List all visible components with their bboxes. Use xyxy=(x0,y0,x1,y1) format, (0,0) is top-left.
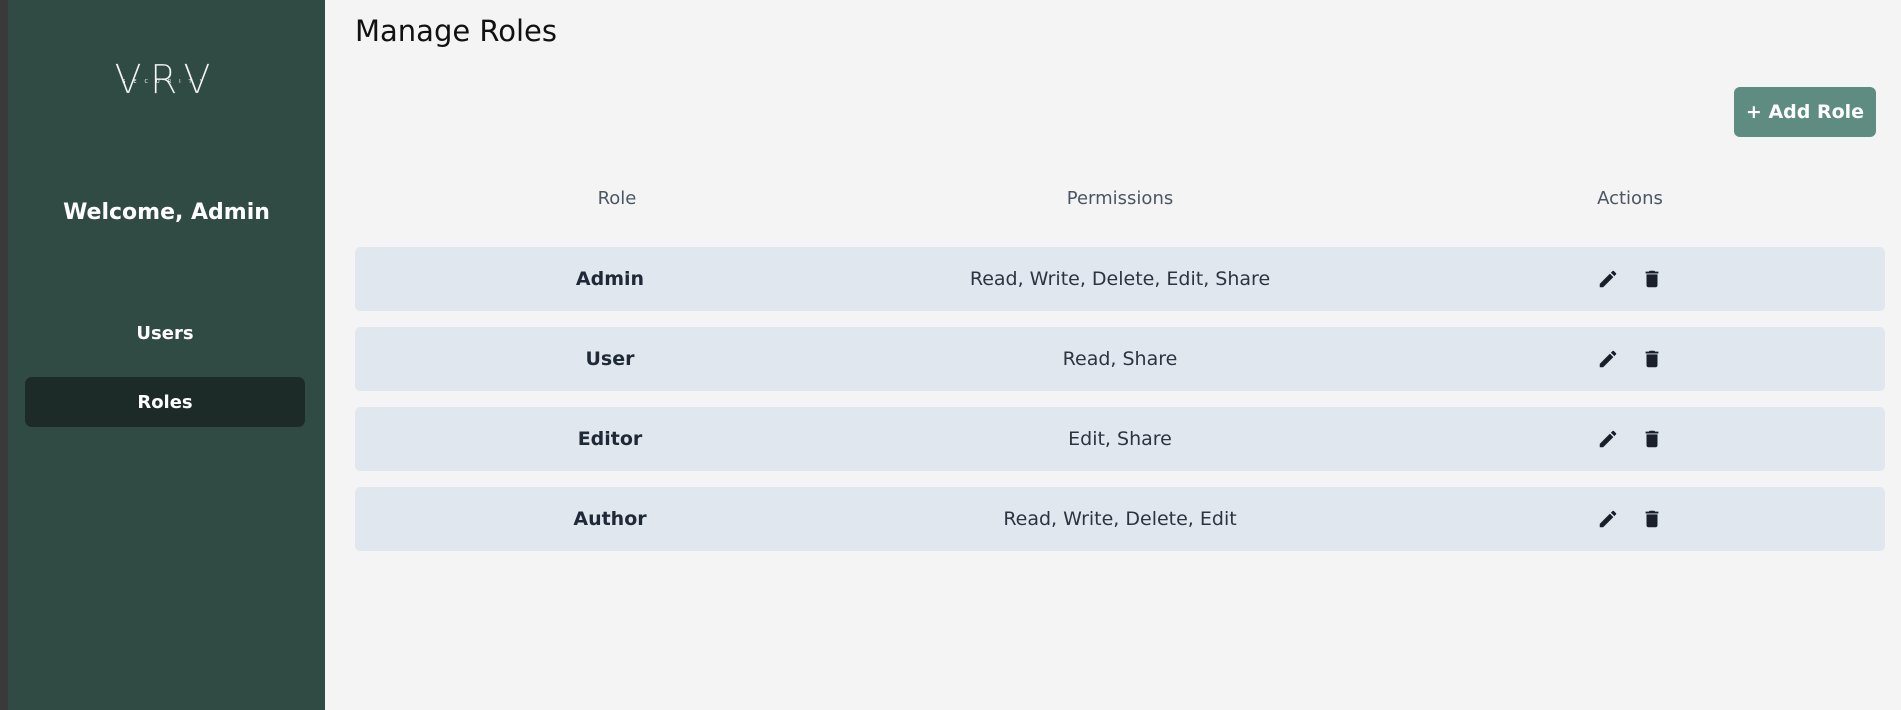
column-header-permissions: Permissions xyxy=(1066,187,1174,209)
table-header: Role Permissions Actions xyxy=(355,184,1885,212)
role-permissions: Read, Share xyxy=(1062,348,1178,370)
table-row: Editor Edit, Share xyxy=(355,407,1885,471)
sidebar-item-roles[interactable]: Roles xyxy=(25,377,305,427)
sidebar-item-users[interactable]: Users xyxy=(25,308,305,358)
role-name: Author xyxy=(573,508,647,530)
main-content: Manage Roles + Add Role Role Permissions… xyxy=(355,0,1885,710)
trash-icon[interactable] xyxy=(1641,348,1663,370)
logo-subtext: SECURITY xyxy=(122,79,211,85)
row-actions xyxy=(1375,247,1885,311)
welcome-message: Welcome, Admin xyxy=(63,200,270,225)
trash-icon[interactable] xyxy=(1641,508,1663,530)
role-permissions: Edit, Share xyxy=(1068,428,1172,450)
pencil-icon[interactable] xyxy=(1597,348,1619,370)
page-title: Manage Roles xyxy=(355,14,558,48)
row-actions xyxy=(1375,327,1885,391)
role-permissions: Read, Write, Delete, Edit xyxy=(1003,508,1237,530)
table-row: Author Read, Write, Delete, Edit xyxy=(355,487,1885,551)
trash-icon[interactable] xyxy=(1641,268,1663,290)
sidebar: VRV SECURITY Welcome, Admin Users Roles xyxy=(8,0,325,710)
pencil-icon[interactable] xyxy=(1597,508,1619,530)
role-name: User xyxy=(585,348,635,370)
table-row: User Read, Share xyxy=(355,327,1885,391)
column-header-role: Role xyxy=(597,187,637,209)
logo: VRV SECURITY xyxy=(8,58,325,102)
window-edge xyxy=(0,0,8,710)
sidebar-item-label: Roles xyxy=(137,391,193,413)
pencil-icon[interactable] xyxy=(1597,428,1619,450)
table-row: Admin Read, Write, Delete, Edit, Share xyxy=(355,247,1885,311)
add-role-button[interactable]: + Add Role xyxy=(1734,87,1876,137)
row-actions xyxy=(1375,487,1885,551)
role-name: Editor xyxy=(577,428,643,450)
role-name: Admin xyxy=(575,268,645,290)
row-actions xyxy=(1375,407,1885,471)
column-header-actions: Actions xyxy=(1597,187,1663,209)
trash-icon[interactable] xyxy=(1641,428,1663,450)
role-permissions: Read, Write, Delete, Edit, Share xyxy=(969,268,1271,290)
sidebar-item-label: Users xyxy=(136,322,194,344)
pencil-icon[interactable] xyxy=(1597,268,1619,290)
